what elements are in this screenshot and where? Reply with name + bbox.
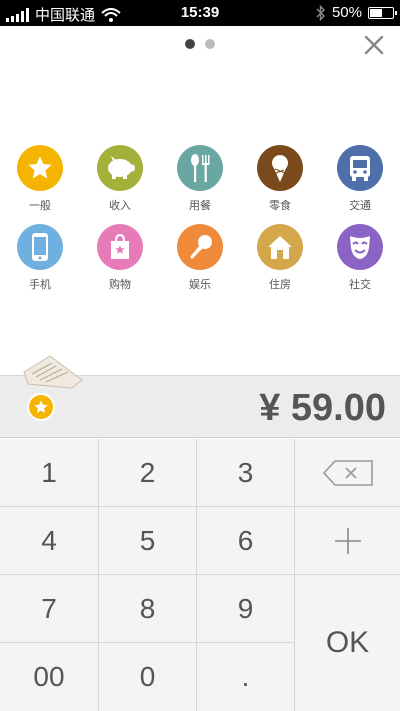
close-icon[interactable] bbox=[362, 33, 386, 57]
key-0[interactable]: 0 bbox=[99, 643, 197, 711]
category-label: 社交 bbox=[349, 279, 371, 291]
key-1[interactable]: 1 bbox=[0, 439, 99, 507]
category-label: 交通 bbox=[349, 200, 371, 212]
category-label: 一般 bbox=[29, 200, 51, 212]
category-label: 零食 bbox=[269, 200, 291, 212]
category-general[interactable]: 一般 bbox=[5, 145, 75, 213]
ice-cream-icon bbox=[257, 145, 303, 191]
category-housing[interactable]: 住房 bbox=[245, 224, 315, 292]
key-5[interactable]: 5 bbox=[99, 507, 197, 575]
key-4[interactable]: 4 bbox=[0, 507, 99, 575]
keypad: 1 2 3 4 5 6 7 8 9 OK 00 0 . bbox=[0, 439, 400, 711]
bus-icon bbox=[337, 145, 383, 191]
bluetooth-icon bbox=[316, 4, 326, 21]
page-indicator bbox=[0, 39, 400, 49]
category-transport[interactable]: 交通 bbox=[325, 145, 395, 213]
category-income[interactable]: 收入 bbox=[85, 145, 155, 213]
mask-icon bbox=[337, 224, 383, 270]
selected-category-badge[interactable] bbox=[27, 393, 55, 421]
ok-button[interactable]: OK bbox=[295, 575, 400, 711]
amount-display: ¥ 59.00 bbox=[259, 387, 386, 429]
plus-icon bbox=[334, 527, 361, 554]
key-6[interactable]: 6 bbox=[197, 507, 295, 575]
key-2[interactable]: 2 bbox=[99, 439, 197, 507]
category-label: 娱乐 bbox=[189, 279, 211, 291]
category-phone[interactable]: 手机 bbox=[5, 224, 75, 292]
house-icon bbox=[257, 224, 303, 270]
category-social[interactable]: 社交 bbox=[325, 224, 395, 292]
category-label: 收入 bbox=[109, 200, 131, 212]
key-7[interactable]: 7 bbox=[0, 575, 99, 643]
category-shopping[interactable]: 购物 bbox=[85, 224, 155, 292]
backspace-icon bbox=[322, 459, 373, 486]
shopping-bag-icon bbox=[97, 224, 143, 270]
category-label: 手机 bbox=[29, 279, 51, 291]
battery-icon bbox=[368, 6, 397, 19]
phone-icon bbox=[17, 224, 63, 270]
key-8[interactable]: 8 bbox=[99, 575, 197, 643]
utensils-icon bbox=[177, 145, 223, 191]
category-label: 住房 bbox=[269, 279, 291, 291]
star-icon bbox=[34, 400, 48, 413]
piggy-bank-icon bbox=[97, 145, 143, 191]
category-label: 用餐 bbox=[189, 200, 211, 212]
receipt-icon bbox=[23, 355, 83, 389]
category-entertainment[interactable]: 娱乐 bbox=[165, 224, 235, 292]
key-00[interactable]: 00 bbox=[0, 643, 99, 711]
plus-button[interactable] bbox=[295, 507, 400, 575]
key-9[interactable]: 9 bbox=[197, 575, 295, 643]
category-snacks[interactable]: 零食 bbox=[245, 145, 315, 213]
status-bar: 中国联通 15:39 50% bbox=[0, 0, 400, 26]
backspace-button[interactable] bbox=[295, 439, 400, 507]
category-dining[interactable]: 用餐 bbox=[165, 145, 235, 213]
microphone-icon bbox=[177, 224, 223, 270]
star-icon bbox=[17, 145, 63, 191]
battery-percent: 50% bbox=[331, 4, 362, 21]
key-3[interactable]: 3 bbox=[197, 439, 295, 507]
category-label: 购物 bbox=[109, 279, 131, 291]
page-dot[interactable] bbox=[205, 39, 215, 49]
page-dot-active[interactable] bbox=[185, 39, 195, 49]
key-decimal[interactable]: . bbox=[197, 643, 295, 711]
